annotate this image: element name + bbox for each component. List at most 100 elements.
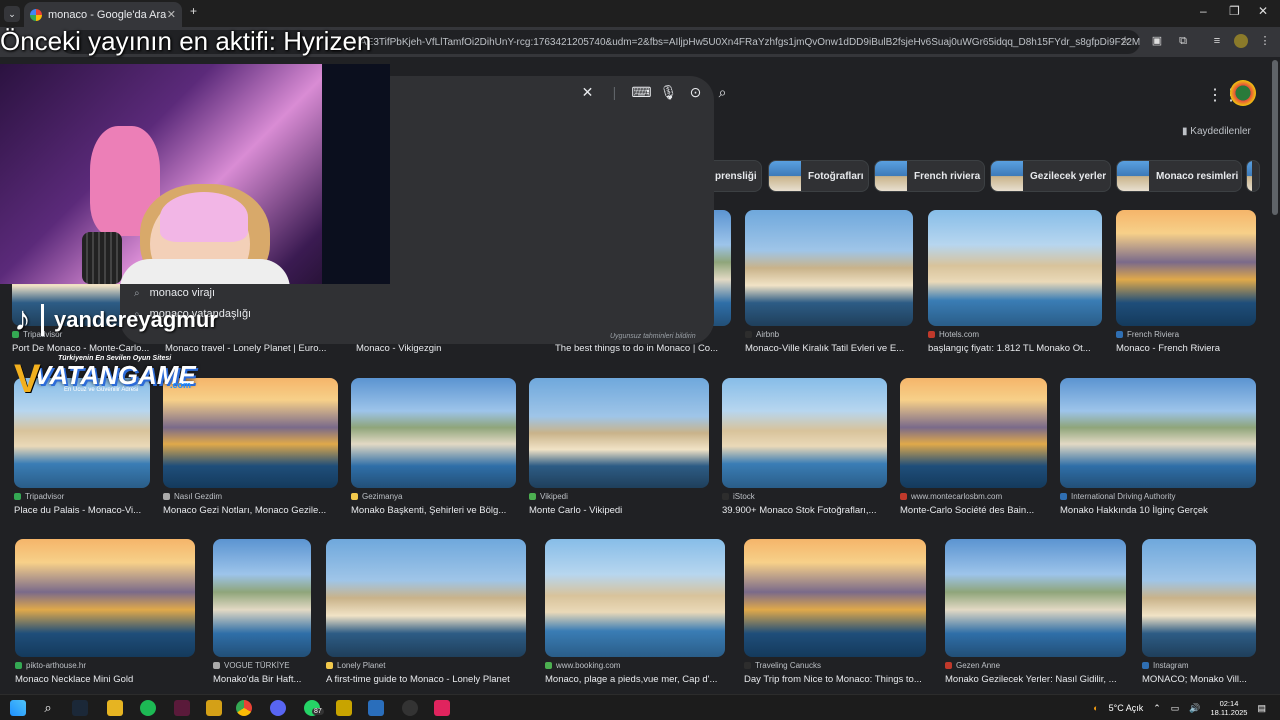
start-windows-icon[interactable] bbox=[10, 700, 26, 716]
chip-next[interactable] bbox=[1246, 160, 1260, 192]
result-title[interactable]: Port De Monaco - Monte-Carlo... bbox=[12, 343, 149, 354]
maximize-button[interactable]: ❐ bbox=[1229, 4, 1240, 18]
weather-text[interactable]: 5°C Açık bbox=[1109, 703, 1144, 713]
result-image[interactable] bbox=[945, 539, 1126, 657]
account-avatar[interactable] bbox=[1230, 80, 1256, 106]
result-title[interactable]: MONACO; Monako Vill... bbox=[1142, 674, 1247, 685]
result-title[interactable]: Monaco travel - Lonely Planet | Euro... bbox=[165, 343, 326, 354]
chip-photos[interactable]: Fotoğrafları bbox=[768, 160, 869, 192]
result-title[interactable]: Monte-Carlo Société des Bain... bbox=[900, 505, 1034, 516]
clear-search-icon[interactable]: ✕ bbox=[574, 84, 601, 101]
app-icon[interactable] bbox=[206, 700, 222, 716]
app-icon[interactable] bbox=[174, 700, 190, 716]
search-icon[interactable]: ⌕ bbox=[709, 84, 736, 101]
app-icon[interactable] bbox=[336, 700, 352, 716]
result-source[interactable]: Airbnb bbox=[745, 330, 779, 339]
tab-close-icon[interactable]: ✕ bbox=[167, 8, 176, 21]
file-explorer-icon[interactable] bbox=[107, 700, 123, 716]
app-icon[interactable] bbox=[434, 700, 450, 716]
result-title[interactable]: Monaco - French Riviera bbox=[1116, 343, 1220, 354]
scrollbar[interactable] bbox=[1272, 60, 1278, 215]
result-image[interactable] bbox=[213, 539, 311, 657]
result-source[interactable]: iStock bbox=[722, 492, 755, 501]
result-source[interactable]: www.booking.com bbox=[545, 661, 620, 670]
report-predictions-link[interactable]: Uygunsuz tahminleri bildirin bbox=[610, 333, 696, 340]
result-title[interactable]: Monako Gezilecek Yerler: Nasıl Gidilir, … bbox=[945, 674, 1117, 685]
chrome-icon[interactable] bbox=[236, 700, 252, 716]
clock[interactable]: 02:14 18.11.2025 bbox=[1211, 699, 1248, 717]
result-image[interactable] bbox=[545, 539, 725, 657]
result-source[interactable]: www.montecarlosbm.com bbox=[900, 492, 1002, 501]
result-source[interactable]: Nasıl Gezdim bbox=[163, 492, 222, 501]
result-source[interactable]: Instagram bbox=[1142, 661, 1189, 670]
result-title[interactable]: Monaco, plage a pieds,vue mer, Cap d'... bbox=[545, 674, 717, 685]
result-source[interactable]: French Riviera bbox=[1116, 330, 1179, 339]
notification-icon[interactable]: ▤ bbox=[1257, 703, 1266, 714]
extensions-icon[interactable]: ⧉ bbox=[1176, 34, 1190, 48]
result-title[interactable]: Monte Carlo - Vikipedi bbox=[529, 505, 622, 516]
result-image[interactable] bbox=[15, 539, 195, 657]
browser-tab[interactable]: monaco - Google'da Ara ✕ bbox=[24, 2, 182, 27]
result-title[interactable]: Monako'da Bir Haft... bbox=[213, 674, 301, 685]
result-title[interactable]: Monaco Gezi Notları, Monaco Gezile... bbox=[163, 505, 326, 516]
minimize-button[interactable]: – bbox=[1200, 4, 1207, 18]
result-title[interactable]: başlangıç fiyatı: 1.812 TL Monako Ot... bbox=[928, 343, 1091, 354]
result-source[interactable]: pikto-arthouse.hr bbox=[15, 661, 86, 670]
spotify-icon[interactable] bbox=[140, 700, 156, 716]
taskbar-search-icon[interactable]: ⌕ bbox=[40, 700, 56, 716]
result-image[interactable] bbox=[744, 539, 926, 657]
result-source[interactable]: Gezimanya bbox=[351, 492, 402, 501]
new-tab-button[interactable]: + bbox=[190, 4, 197, 18]
result-title[interactable]: Day Trip from Nice to Monaco: Things to.… bbox=[744, 674, 922, 685]
result-title[interactable]: 39.900+ Monaco Stok Fotoğrafları,... bbox=[722, 505, 876, 516]
result-title[interactable]: Monako Başkenti, Şehirleri ve Bölg... bbox=[351, 505, 506, 516]
close-window-button[interactable]: ✕ bbox=[1258, 4, 1268, 18]
result-image[interactable] bbox=[745, 210, 913, 326]
keyboard-icon[interactable]: ⌨ bbox=[628, 84, 655, 101]
volume-icon[interactable]: 🔊 bbox=[1189, 703, 1200, 714]
result-title[interactable]: Monaco Necklace Mini Gold bbox=[15, 674, 133, 685]
result-image[interactable] bbox=[326, 539, 526, 657]
result-source[interactable]: Tripadvisor bbox=[14, 492, 64, 501]
result-source[interactable]: VOGUE TÜRKİYE bbox=[213, 661, 290, 670]
result-image[interactable] bbox=[1142, 539, 1256, 657]
screenshot-icon[interactable]: ▣ bbox=[1150, 34, 1164, 48]
result-image[interactable] bbox=[722, 378, 887, 488]
suggestion-item[interactable]: ⌕ monaco virajı bbox=[134, 287, 215, 299]
tab-search-button[interactable]: ⌄ bbox=[4, 6, 20, 22]
chip-monaco-pictures[interactable]: Monaco resimleri bbox=[1116, 160, 1242, 192]
result-source[interactable]: Traveling Canucks bbox=[744, 661, 821, 670]
saved-link[interactable]: ▮ Kaydedilenler bbox=[1182, 126, 1251, 137]
obs-icon[interactable] bbox=[402, 700, 418, 716]
result-image[interactable] bbox=[928, 210, 1102, 326]
result-source[interactable]: Gezen Anne bbox=[945, 661, 1000, 670]
network-icon[interactable]: ▭ bbox=[1171, 703, 1180, 714]
result-image[interactable] bbox=[1060, 378, 1256, 488]
result-image[interactable] bbox=[900, 378, 1047, 488]
media-control-icon[interactable]: ≡ bbox=[1210, 34, 1224, 48]
lens-icon[interactable]: ⊙ bbox=[682, 84, 709, 101]
result-source[interactable]: Lonely Planet bbox=[326, 661, 385, 670]
result-image[interactable] bbox=[529, 378, 709, 488]
bookmark-star-icon[interactable]: ☆ bbox=[1118, 34, 1132, 48]
result-title[interactable]: The best things to do in Monaco | Co... bbox=[555, 343, 718, 354]
discord-icon[interactable] bbox=[270, 700, 286, 716]
result-source[interactable]: Hotels.com bbox=[928, 330, 979, 339]
result-source[interactable]: Vikipedi bbox=[529, 492, 568, 501]
chevron-up-icon[interactable]: ⌃ bbox=[1153, 703, 1161, 714]
weather-icon[interactable]: ◐ bbox=[1093, 703, 1098, 713]
result-image[interactable] bbox=[1116, 210, 1256, 326]
microphone-icon[interactable]: 🎙 bbox=[655, 84, 682, 101]
result-title[interactable]: Monaco-Ville Kiralık Tatil Evleri ve E..… bbox=[745, 343, 904, 354]
steam-icon[interactable] bbox=[72, 700, 88, 716]
chip-places-to-visit[interactable]: Gezilecek yerler bbox=[990, 160, 1111, 192]
result-title[interactable]: Monako Hakkında 10 İlginç Gerçek bbox=[1060, 505, 1208, 516]
result-title[interactable]: A first-time guide to Monaco - Lonely Pl… bbox=[326, 674, 510, 685]
result-title[interactable]: Monaco - Vikigezgin bbox=[356, 343, 441, 354]
chip-french-riviera[interactable]: French riviera bbox=[874, 160, 985, 192]
profile-avatar[interactable] bbox=[1234, 34, 1248, 48]
result-image[interactable] bbox=[351, 378, 516, 488]
result-source[interactable]: International Driving Authority bbox=[1060, 492, 1176, 501]
result-title[interactable]: Place du Palais - Monaco-Vi... bbox=[14, 505, 141, 516]
menu-kebab-icon[interactable]: ⋮ bbox=[1258, 34, 1272, 48]
